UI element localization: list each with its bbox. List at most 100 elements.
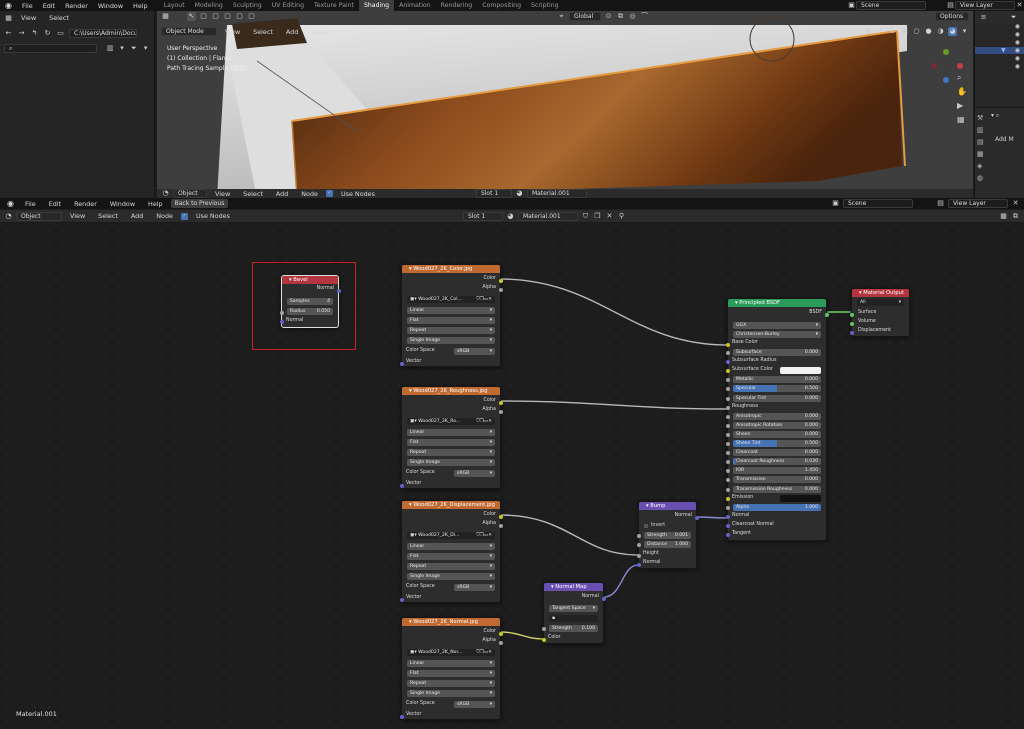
texture-projection-dropdown[interactable]: Flat ▾ [407,553,495,560]
normal-map-strength-field[interactable]: Strength 0.100 [549,625,598,632]
tab-uv-editing[interactable]: UV Editing [267,0,309,11]
use-nodes-checkbox[interactable]: ✓ [180,212,188,220]
unlink-material-icon[interactable]: ✕ [605,212,614,221]
filter-icon[interactable]: ⏷ [1009,13,1018,22]
texture-color-socket[interactable] [498,515,503,519]
texture-interpolation-dropdown[interactable]: Linear ▾ [407,543,495,550]
material-sphere-icon[interactable]: ◕ [506,212,515,221]
fb-menu-select[interactable]: Select [44,14,74,22]
texture-alpha-socket[interactable] [498,288,503,292]
normal-map-strength-socket[interactable] [541,627,546,631]
texture-image-field[interactable]: ▣▾ Wood027_2K_Col... ⛉❐▭✕ [407,296,495,303]
refresh-icon[interactable]: ↻ [43,29,52,38]
filter-icon[interactable]: ⏷ [129,44,138,53]
texture-interpolation-dropdown[interactable]: Linear ▾ [407,307,495,314]
editor-type-icon[interactable]: ▦ [4,14,13,23]
mode-selector[interactable]: Object Mode [161,27,217,36]
path-field[interactable]: C:\Users\Admin\Docu... [69,28,137,38]
texture-extension-dropdown[interactable]: Repeat ▾ [407,327,495,334]
forward-arrow-icon[interactable]: → [17,29,26,38]
normal-map-node[interactable]: ▾ Normal Map Normal Tangent Space ▾ ▪ Str… [541,582,606,644]
image-texture-roughness-node[interactable]: ▾ Wood027_2K_Roughness.jpg Color Alpha ▣… [399,386,503,489]
grid-icon[interactable]: ▦ [957,113,969,127]
dropdown-icon[interactable]: ▾ [118,44,127,53]
tab-rendering[interactable]: Rendering [436,0,478,11]
bsdf-param-slider[interactable]: Metallic 0.000 [733,376,821,384]
select-box-icon[interactable]: ▢ [199,12,208,21]
node-mode-selector[interactable]: Object [16,211,62,221]
texture-alpha-socket[interactable] [498,410,503,414]
texture-vector-socket[interactable] [399,598,404,602]
normal-map-uv-field[interactable]: ▪ [549,615,598,622]
bump-strength-field[interactable]: Strength 0.001 [644,532,691,539]
camera-icon[interactable]: ▶ [957,99,969,113]
scene-tab-icon[interactable]: ◈ [977,160,987,172]
editor-menu-edit[interactable]: Edit [44,200,66,208]
visibility-eye-icon[interactable]: ◉ [1015,47,1020,54]
bsdf-param-socket[interactable] [725,351,730,355]
material-output-node[interactable]: ▾ Material Output All ▾ Surface Volume Di… [849,288,910,337]
gizmo-z-axis[interactable] [943,77,949,83]
output-displacement-socket[interactable] [849,331,854,335]
select-invert-icon[interactable]: ▢ [235,12,244,21]
link-color-to-basecolor[interactable] [499,278,728,346]
visibility-eye-icon[interactable]: ◉ [1015,23,1020,30]
bsdf-param-socket[interactable] [725,405,730,410]
texture-color-socket[interactable] [498,401,503,405]
outliner-row[interactable]: ◉ [975,55,1024,63]
menu-file[interactable]: File [17,2,38,10]
view-layer-close-icon[interactable]: ✕ [1011,199,1020,208]
texture-image-field[interactable]: ▣▾ Wood027_2K_Di... ⛉❐▭✕ [407,532,495,539]
bsdf-vector-socket[interactable] [725,523,730,528]
texture-colorspace-dropdown[interactable]: sRGB ▾ [454,584,495,591]
bsdf-vector-socket[interactable] [725,532,730,537]
bsdf-param-socket[interactable] [725,396,730,401]
editor-type-icon[interactable]: ◔ [4,212,13,221]
display-mode-icon[interactable]: ▥ [106,44,115,53]
dropdown-icon[interactable]: ▾ [141,44,150,53]
editor-menu-file[interactable]: File [20,200,41,208]
bump-normal-in-socket[interactable] [636,563,641,567]
scene-icon[interactable]: ▣ [847,1,856,10]
gizmo-x-axis[interactable] [957,63,963,69]
node-canvas[interactable]: ▾ Bevel Normal Samples 4 Radius 0.050 Norm… [0,224,1024,729]
footer-menu-add[interactable]: Add [271,190,293,198]
tab-texture-paint[interactable]: Texture Paint [309,0,359,11]
texture-vector-socket[interactable] [399,484,404,488]
duplicate-material-icon[interactable]: ❐ [593,212,602,221]
output-target-dropdown[interactable]: All ▾ [857,299,904,306]
vp-menu-add[interactable]: Add [281,28,303,36]
visibility-eye-icon[interactable]: ◉ [1015,39,1020,46]
snap-icon[interactable]: ⧉ [1011,212,1020,221]
bsdf-param-socket[interactable] [725,423,730,428]
texture-colorspace-dropdown[interactable]: sRGB ▾ [454,470,495,477]
output-tab-icon[interactable]: ▤ [977,136,987,148]
shading-wire-icon[interactable]: ○ [912,27,921,36]
vp-menu-view[interactable]: View [220,28,245,36]
backdrop-icon[interactable]: ▦ [999,212,1008,221]
select-subtract-icon[interactable]: ▢ [223,12,232,21]
bsdf-color-swatch[interactable] [780,367,821,375]
texture-interpolation-dropdown[interactable]: Linear ▾ [407,660,495,667]
pan-icon[interactable]: ✋ [957,85,969,99]
outliner-row[interactable]: ▼ ◉ [975,47,1024,55]
footer-slot-selector[interactable]: Slot 1 [475,189,512,198]
orientation-icon[interactable]: ⌖ [557,12,566,21]
node-menu-view[interactable]: View [65,212,90,220]
bump-distance-field[interactable]: Distance 1.000 [644,541,691,548]
bsdf-sss-method-dropdown[interactable]: Christensen-Burley ▾ [733,331,821,338]
texture-vector-socket[interactable] [399,715,404,719]
falloff-icon[interactable]: ⌒ [640,12,649,21]
vp-menu-object[interactable]: Object [306,28,337,36]
editor-view-layer-selector[interactable]: View Layer [948,199,1008,208]
select-intersect-icon[interactable]: ▢ [247,12,256,21]
output-volume-socket[interactable] [849,322,854,326]
texture-source-dropdown[interactable]: Single Image ▾ [407,690,495,697]
node-menu-select[interactable]: Select [93,212,123,220]
fake-user-shield-icon[interactable]: ⛉ [581,212,590,221]
orientation-selector[interactable]: Global [569,11,601,21]
footer-mode-selector[interactable]: Object [173,189,207,198]
bsdf-param-slider[interactable]: Subsurface 0.000 [733,349,821,356]
shading-dropdown-icon[interactable]: ▾ [960,27,969,36]
menu-help[interactable]: Help [128,2,153,10]
